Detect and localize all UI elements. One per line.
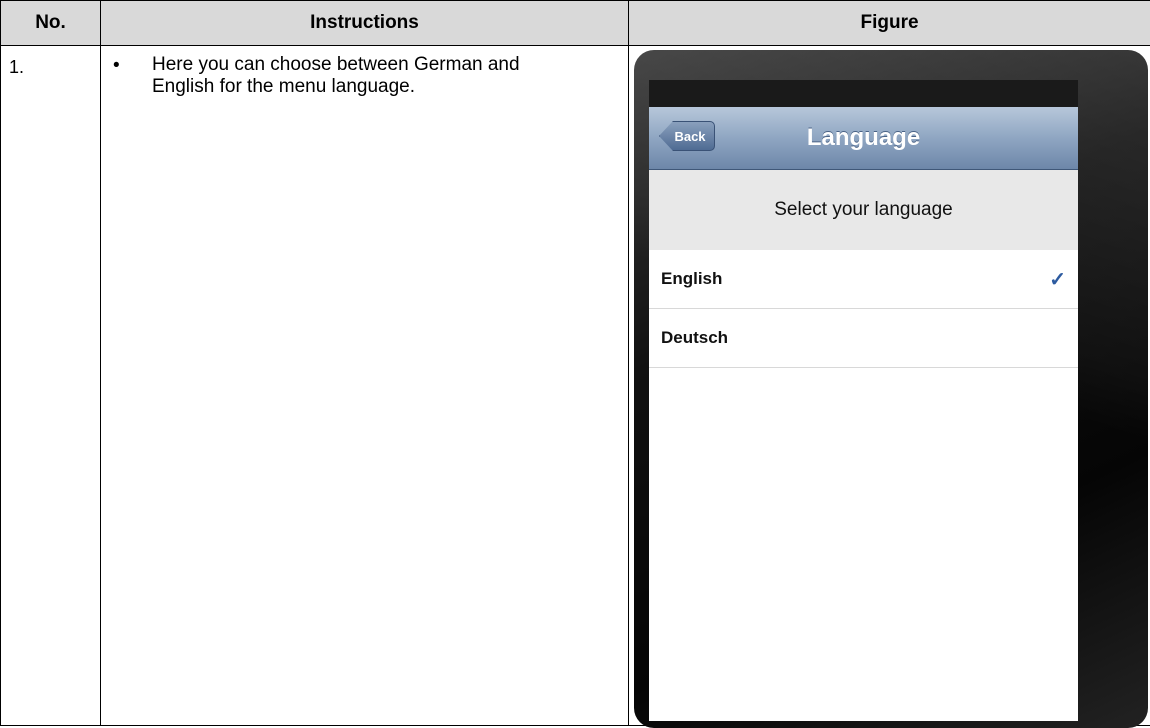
- header-figure: Figure: [629, 1, 1150, 46]
- tablet-device-frame: Back Language Select your language Engli…: [634, 50, 1148, 728]
- language-option-deutsch[interactable]: Deutsch: [649, 309, 1078, 368]
- language-list: English ✓ Deutsch: [649, 250, 1078, 368]
- instruction-table: No. Instructions Figure 1. • Here you ca…: [0, 0, 1150, 726]
- table-row: 1. • Here you can choose between German …: [1, 46, 1150, 726]
- header-instructions: Instructions: [101, 1, 629, 46]
- navigation-bar: Back Language: [649, 107, 1078, 170]
- check-icon: ✓: [1049, 267, 1066, 292]
- language-label: Deutsch: [661, 328, 728, 348]
- figure-cell: Back Language Select your language Engli…: [629, 46, 1150, 726]
- bullet-icon: •: [113, 54, 152, 98]
- instruction-item: • Here you can choose between German and…: [101, 46, 628, 98]
- section-header: Select your language: [649, 170, 1078, 250]
- status-bar: [649, 80, 1078, 107]
- language-label: English: [661, 269, 722, 289]
- table-header-row: No. Instructions Figure: [1, 1, 1150, 46]
- step-number: 1.: [1, 46, 100, 78]
- device-screen: Back Language Select your language Engli…: [649, 107, 1078, 721]
- language-option-english[interactable]: English ✓: [649, 250, 1078, 309]
- step-number-cell: 1.: [1, 46, 101, 726]
- instruction-text: Here you can choose between German and E…: [152, 54, 562, 98]
- screen-title: Language: [649, 107, 1078, 169]
- header-no: No.: [1, 1, 101, 46]
- instruction-cell: • Here you can choose between German and…: [101, 46, 629, 726]
